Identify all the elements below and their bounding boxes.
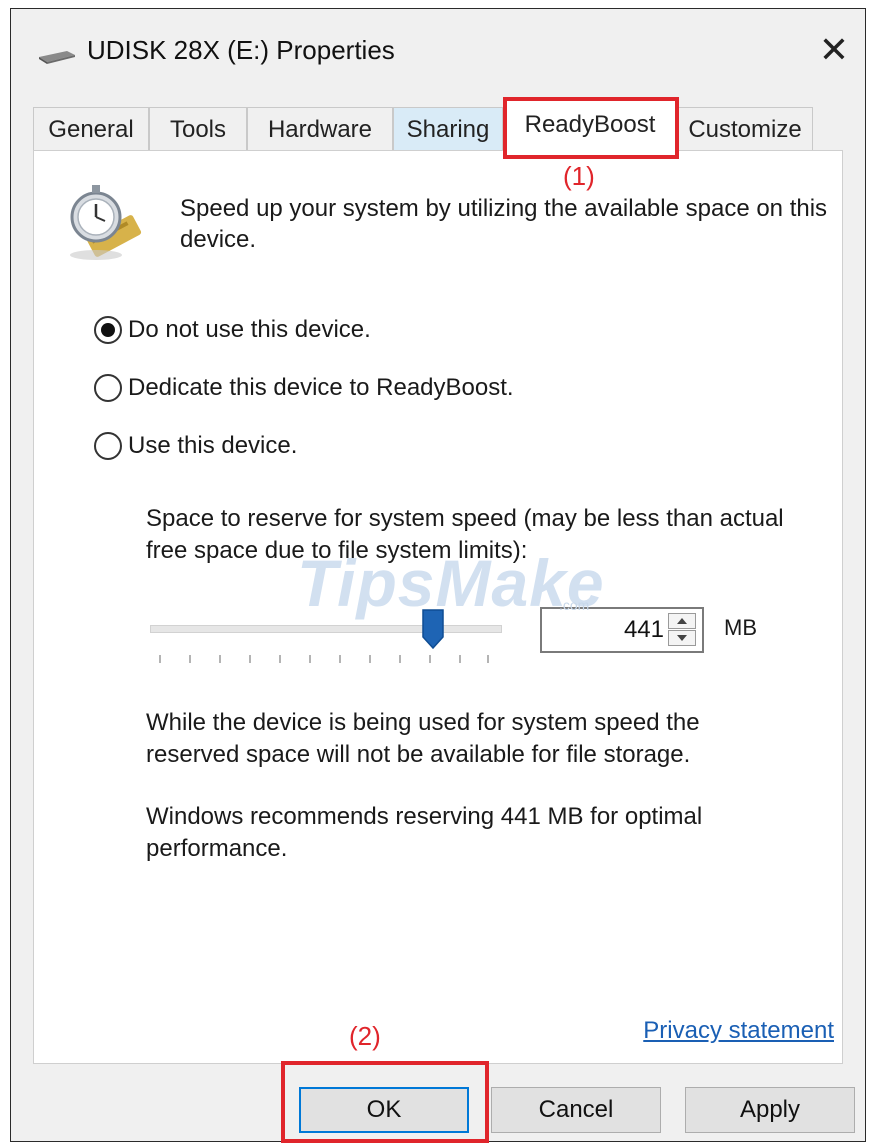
apply-button-label: Apply — [739, 1096, 801, 1123]
radio-label: Use this device. — [128, 432, 298, 459]
annotation-box-readyboost-tab — [503, 97, 679, 159]
radio-use-device[interactable]: Use this device. — [94, 429, 297, 463]
annotation-step-1: (1) — [563, 161, 595, 191]
spin-up-button[interactable] — [668, 613, 696, 629]
tab-sharing[interactable]: Sharing — [393, 107, 503, 151]
annotation-step-2: (2) — [349, 1021, 381, 1051]
annotation-box-ok-button — [281, 1061, 489, 1143]
radio-button[interactable] — [94, 432, 122, 460]
chevron-up-icon — [677, 618, 687, 624]
radio-button[interactable] — [94, 374, 122, 402]
cancel-button[interactable]: Cancel — [491, 1087, 661, 1133]
window-title: UDISK 28X (E:) Properties — [87, 35, 395, 65]
recommendation-text: Windows recommends reserving 441 MB for … — [146, 803, 703, 862]
reserve-unit-label: MB — [724, 615, 757, 640]
slider-thumb[interactable] — [422, 609, 444, 649]
reserve-space-label: Space to reserve for system speed (may b… — [146, 505, 784, 564]
tab-label: Tools — [169, 116, 227, 143]
privacy-statement-link[interactable]: Privacy statement — [643, 1017, 834, 1045]
title-bar: UDISK 28X (E:) Properties ✕ — [11, 9, 865, 91]
spin-buttons — [668, 613, 698, 647]
cancel-button-label: Cancel — [538, 1096, 614, 1123]
tab-label: General — [48, 116, 134, 143]
tab-label: Customize — [688, 116, 802, 143]
slider-track — [150, 625, 502, 633]
reserve-space-slider[interactable] — [148, 603, 508, 673]
tab-label: Hardware — [267, 116, 373, 143]
readyboost-description: Speed up your system by utilizing the av… — [180, 195, 828, 253]
close-button[interactable]: ✕ — [813, 29, 855, 71]
slider-ticks — [159, 655, 489, 663]
radio-label: Do not use this device. — [128, 316, 371, 343]
radio-do-not-use-device[interactable]: Do not use this device. — [94, 313, 371, 347]
tab-general[interactable]: General — [33, 107, 149, 151]
radio-label: Dedicate this device to ReadyBoost. — [128, 374, 514, 401]
close-icon: ✕ — [818, 29, 850, 70]
tab-label: Sharing — [406, 116, 490, 143]
reserve-space-spinbox[interactable] — [540, 607, 704, 653]
reserve-space-input[interactable] — [542, 609, 668, 651]
storage-note: While the device is being used for syste… — [146, 709, 700, 768]
tab-customize[interactable]: Customize — [677, 107, 813, 151]
radio-dedicate-device[interactable]: Dedicate this device to ReadyBoost. — [94, 371, 514, 405]
usb-drive-icon — [39, 51, 75, 64]
spin-down-button[interactable] — [668, 630, 696, 646]
readyboost-panel: Speed up your system by utilizing the av… — [33, 150, 843, 1064]
radio-selected-dot — [101, 323, 115, 337]
readyboost-stopwatch-icon — [70, 185, 142, 260]
tab-tools[interactable]: Tools — [149, 107, 247, 151]
properties-dialog: UDISK 28X (E:) Properties ✕ General Tool… — [10, 8, 866, 1143]
radio-button[interactable] — [94, 316, 122, 344]
apply-button[interactable]: Apply — [685, 1087, 855, 1133]
chevron-down-icon — [677, 635, 687, 641]
tab-hardware[interactable]: Hardware — [247, 107, 393, 151]
